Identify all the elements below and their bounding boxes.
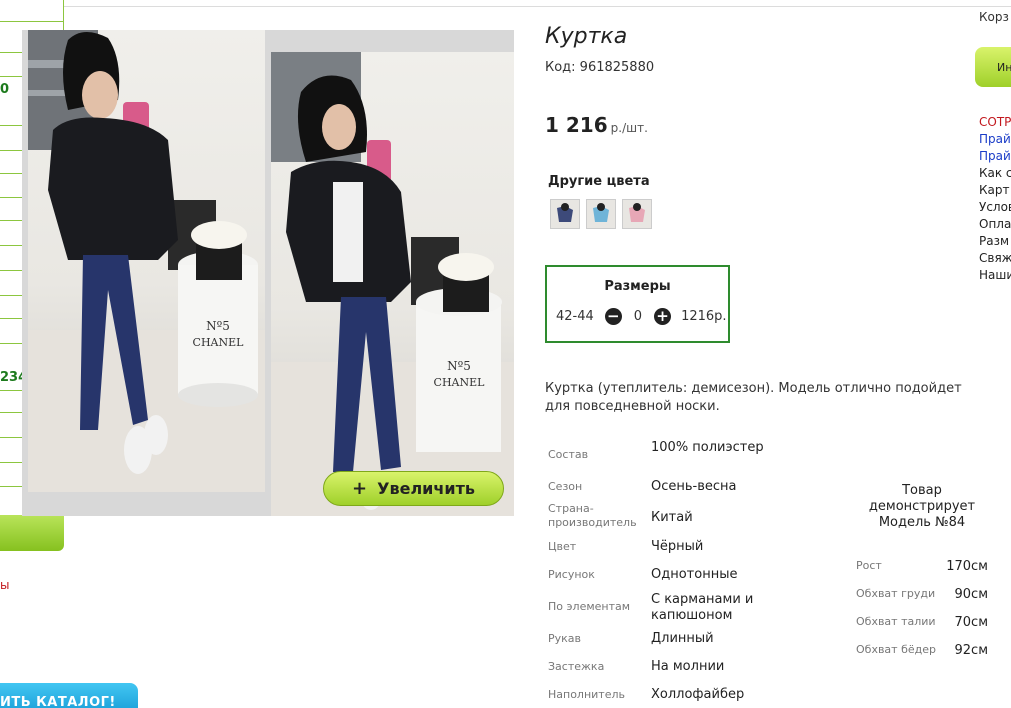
measurement-value: 70см bbox=[954, 615, 989, 630]
color-swatches bbox=[550, 199, 652, 229]
attribute-key: Страна-производитель bbox=[548, 502, 637, 529]
attribute-value: Чёрный bbox=[651, 539, 704, 554]
sidebar-divider bbox=[0, 462, 22, 463]
size-row: 42-44 − 0 + 1216р. bbox=[556, 308, 727, 325]
svg-text:Nº5: Nº5 bbox=[206, 319, 230, 333]
svg-text:Nº5: Nº5 bbox=[447, 359, 471, 373]
enlarge-button-label: Увеличить bbox=[377, 479, 475, 498]
attribute-value: 100% полиэстер bbox=[651, 440, 764, 455]
attribute-key: Рисунок bbox=[548, 568, 595, 581]
product-title: Куртка bbox=[545, 24, 628, 49]
sidebar-divider bbox=[0, 390, 22, 391]
sidebar-divider bbox=[0, 318, 22, 319]
measurement-key: Обхват бёдер bbox=[856, 643, 936, 656]
sidebar-divider bbox=[0, 197, 22, 198]
sidebar-divider bbox=[0, 270, 22, 271]
sidebar-red-link[interactable]: ы bbox=[0, 578, 9, 592]
sidebar-divider bbox=[0, 150, 22, 151]
attribute-value: Длинный bbox=[651, 631, 714, 646]
price-value: 1 216 bbox=[545, 113, 608, 137]
right-menu-link[interactable]: Прай bbox=[979, 148, 1011, 165]
color-swatch-navy[interactable] bbox=[550, 199, 580, 229]
right-menu-link[interactable]: Прай bbox=[979, 131, 1011, 148]
sidebar-divider bbox=[0, 412, 22, 413]
sidebar-divider bbox=[0, 343, 22, 344]
product-photo-front[interactable]: Nº5 CHANEL bbox=[28, 30, 265, 492]
measurement-value: 170см bbox=[946, 559, 988, 574]
product-description: Куртка (утеплитель: демисезон). Модель о… bbox=[545, 381, 962, 414]
minus-icon[interactable]: − bbox=[604, 308, 622, 325]
cart-link[interactable]: Корз bbox=[979, 10, 1009, 24]
right-menu-link[interactable]: Услов bbox=[979, 199, 1011, 216]
attribute-key: Наполнитель bbox=[548, 688, 625, 701]
measurement-value: 92см bbox=[954, 643, 989, 658]
attribute-value: Холлофайбер bbox=[651, 687, 745, 702]
attribute-key: Рукав bbox=[548, 632, 582, 645]
enlarge-button[interactable]: + Увеличить bbox=[323, 471, 504, 506]
attribute-value: Китай bbox=[651, 510, 693, 525]
product-price: 1 216 р./шт. bbox=[545, 113, 648, 137]
svg-text:CHANEL: CHANEL bbox=[434, 376, 486, 389]
sizes-heading: Размеры bbox=[604, 279, 671, 294]
attribute-key: Цвет bbox=[548, 540, 577, 553]
color-swatch-pink[interactable] bbox=[622, 199, 652, 229]
price-unit: р./шт. bbox=[610, 121, 648, 135]
sidebar-divider bbox=[0, 295, 22, 296]
sidebar-divider bbox=[0, 437, 22, 438]
attribute-key: По элементам bbox=[548, 600, 631, 613]
sizes-panel: Размеры 42-44 − 0 + 1216р. bbox=[545, 265, 730, 343]
measurement-key: Обхват талии bbox=[856, 615, 936, 628]
model-heading: Товар демонстрирует Модель №84 bbox=[868, 483, 976, 530]
right-menu-link[interactable]: Разм bbox=[979, 233, 1011, 250]
product-code: Код: 961825880 bbox=[545, 60, 655, 75]
quantity-value: 0 bbox=[633, 309, 643, 324]
right-menu-link[interactable]: Свяж bbox=[979, 250, 1011, 267]
size-price: 1216р. bbox=[681, 309, 727, 324]
top-divider bbox=[64, 6, 1011, 7]
svg-text:CHANEL: CHANEL bbox=[193, 336, 245, 349]
right-menu-link[interactable]: Наши bbox=[979, 267, 1011, 284]
sidebar-divider bbox=[0, 173, 22, 174]
product-photo-front-image: Nº5 CHANEL bbox=[28, 30, 265, 492]
sidebar-divider bbox=[0, 125, 22, 126]
attribute-key: Застежка bbox=[548, 660, 605, 673]
sidebar-divider bbox=[0, 76, 22, 77]
right-menu-link[interactable]: Как с bbox=[979, 165, 1011, 182]
plus-icon: + bbox=[352, 478, 368, 499]
attribute-value: Осень-весна bbox=[651, 479, 737, 494]
right-menu-link[interactable]: Опла bbox=[979, 216, 1011, 233]
attribute-value: Однотонные bbox=[651, 567, 738, 582]
measurement-key: Рост bbox=[856, 559, 882, 572]
right-menu-link[interactable]: Карт bbox=[979, 182, 1011, 199]
product-photo-side[interactable]: Nº5 CHANEL bbox=[271, 52, 514, 516]
right-menu-link[interactable]: СОТР bbox=[979, 114, 1011, 131]
swatch-image bbox=[551, 200, 579, 228]
swatch-image bbox=[587, 200, 615, 228]
measurement-key: Обхват груди bbox=[856, 587, 936, 600]
attribute-value: С карманами и капюшоном bbox=[651, 592, 754, 623]
measurement-value: 90см bbox=[954, 587, 989, 602]
sidebar-top-box bbox=[0, 0, 64, 22]
sidebar-green-button[interactable] bbox=[0, 515, 64, 551]
attribute-key: Сезон bbox=[548, 480, 583, 493]
right-menu: СОТР Прай Прай Как с Карт Услов Опла Раз… bbox=[979, 114, 1011, 284]
plus-icon[interactable]: + bbox=[654, 308, 672, 325]
right-green-button[interactable]: Ин bbox=[975, 47, 1011, 87]
attribute-value: На молнии bbox=[651, 659, 725, 674]
sidebar-divider bbox=[0, 220, 22, 221]
sidebar-divider bbox=[0, 52, 22, 53]
product-gallery: Nº5 CHANEL Nº5 CHANEL bbox=[22, 30, 514, 516]
swatch-image bbox=[623, 200, 651, 228]
color-swatch-blue[interactable] bbox=[586, 199, 616, 229]
size-label: 42-44 bbox=[556, 309, 594, 324]
product-photo-side-image: Nº5 CHANEL bbox=[271, 52, 514, 516]
sidebar-divider bbox=[0, 245, 22, 246]
catalog-button[interactable]: ИТЬ КАТАЛОГ! bbox=[0, 683, 138, 708]
other-colors-heading: Другие цвета bbox=[548, 174, 650, 189]
sidebar-divider bbox=[0, 486, 22, 487]
attribute-key: Состав bbox=[548, 448, 589, 461]
sidebar-fragment-text: 0 bbox=[0, 82, 10, 97]
